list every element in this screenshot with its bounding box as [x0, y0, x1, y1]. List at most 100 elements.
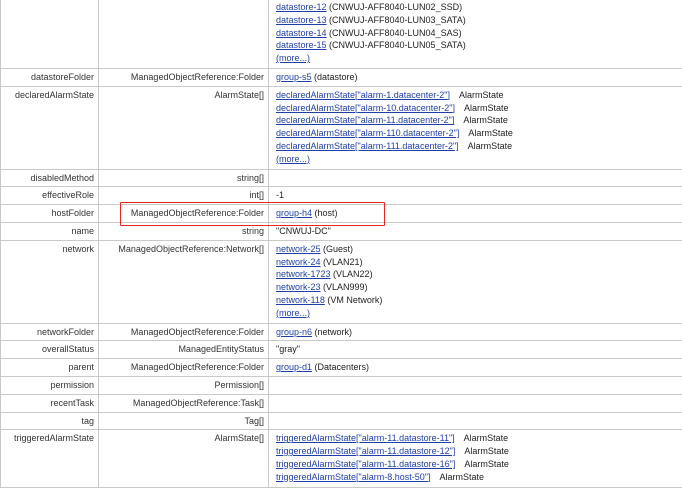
property-name: triggeredAlarmState: [0, 429, 99, 488]
property-type: Permission[]: [98, 375, 269, 395]
alarm-state-link[interactable]: declaredAlarmState: [276, 115, 355, 125]
alarm-key-link[interactable]: ["alarm-11.datastore-16"]: [356, 459, 455, 469]
group-link[interactable]: group-d1: [276, 362, 312, 372]
alarm-state-link[interactable]: triggeredAlarmState: [276, 459, 356, 469]
datastore-link[interactable]: datastore-15: [276, 40, 327, 50]
property-name: parent: [0, 358, 99, 377]
group-label: (network): [312, 326, 353, 337]
property-type: string[]: [98, 168, 269, 188]
value-line: triggeredAlarmState["alarm-11.datastore-…: [276, 432, 679, 445]
property-value: network-25 (Guest) network-24 (VLAN21) n…: [268, 239, 682, 324]
network-link[interactable]: network-1723: [276, 269, 331, 279]
value-line: datastore-14 (CNWUJ-AFF8040-LUN04_SAS): [276, 27, 679, 40]
alarm-type: AlarmState: [458, 89, 504, 100]
property-name: tag: [0, 411, 99, 431]
alarm-state-link[interactable]: declaredAlarmState: [276, 90, 355, 100]
group-label: (datastore): [311, 71, 358, 82]
property-value: -1: [268, 186, 682, 206]
row-overallStatus: overallStatus ManagedEntityStatus "gray": [0, 340, 682, 360]
datastore-label: (CNWUJ-AFF8040-LUN03_SATA): [326, 14, 466, 25]
property-type: AlarmState[]: [98, 429, 269, 488]
datastore-label: (CNWUJ-AFF8040-LUN05_SATA): [326, 40, 466, 51]
property-value: [268, 168, 682, 188]
value-line: declaredAlarmState["alarm-10.datacenter-…: [276, 102, 679, 115]
value-line: datastore-12 (CNWUJ-AFF8040-LUN02_SSD): [276, 1, 679, 14]
row-tag: tag Tag[]: [0, 411, 682, 431]
alarm-key-link[interactable]: ["alarm-1.datacenter-2"]: [355, 90, 450, 100]
property-type: ManagedObjectReference:Folder: [98, 204, 269, 223]
alarm-key-link[interactable]: ["alarm-11.datastore-12"]: [356, 446, 455, 456]
more-link[interactable]: (more...): [276, 154, 310, 164]
row-datastore: datastore-12 (CNWUJ-AFF8040-LUN02_SSD) d…: [0, 0, 682, 69]
property-type: ManagedObjectReference:Network[]: [98, 239, 269, 324]
property-value: [268, 411, 682, 431]
property-value: group-h4 (host): [268, 204, 682, 223]
value-line: datastore-13 (CNWUJ-AFF8040-LUN03_SATA): [276, 14, 679, 27]
property-name: datastoreFolder: [0, 67, 99, 87]
datastore-label: (CNWUJ-AFF8040-LUN04_SAS): [326, 27, 462, 38]
alarm-key-link[interactable]: ["alarm-11.datacenter-2"]: [355, 115, 454, 125]
group-label: (Datacenters): [312, 362, 370, 373]
value-line: declaredAlarmState["alarm-1.datacenter-2…: [276, 89, 679, 102]
property-name: hostFolder: [0, 204, 99, 223]
datastore-link[interactable]: datastore-12: [276, 2, 327, 12]
property-name: name: [0, 221, 99, 241]
value-line: datastore-15 (CNWUJ-AFF8040-LUN05_SATA): [276, 39, 679, 52]
alarm-type: AlarmState: [467, 140, 513, 151]
property-value: declaredAlarmState["alarm-1.datacenter-2…: [268, 85, 682, 170]
value-line: network-1723 (VLAN22): [276, 268, 679, 281]
row-recentTask: recentTask ManagedObjectReference:Task[]: [0, 393, 682, 413]
value-line: network-24 (VLAN21): [276, 256, 679, 269]
row-effectiveRole: effectiveRole int[] -1: [0, 186, 682, 206]
alarm-state-link[interactable]: triggeredAlarmState: [276, 472, 356, 482]
group-link[interactable]: group-n6: [276, 327, 312, 337]
alarm-state-link[interactable]: triggeredAlarmState: [276, 433, 356, 443]
network-link[interactable]: network-23: [276, 282, 321, 292]
network-link[interactable]: network-118: [276, 295, 325, 305]
property-type: Tag[]: [98, 411, 269, 431]
value-line: triggeredAlarmState["alarm-11.datastore-…: [276, 458, 679, 471]
group-link[interactable]: group-h4: [276, 208, 312, 218]
alarm-key-link[interactable]: ["alarm-8.host-50"]: [356, 472, 430, 482]
property-type: ManagedObjectReference:Task[]: [98, 393, 269, 413]
network-label: (VLAN22): [330, 269, 373, 280]
row-network: network ManagedObjectReference:Network[]…: [0, 239, 682, 324]
row-triggeredAlarmState: triggeredAlarmState AlarmState[] trigger…: [0, 429, 682, 488]
more-link[interactable]: (more...): [276, 308, 310, 318]
value-line: declaredAlarmState["alarm-110.datacenter…: [276, 127, 679, 140]
group-label: (host): [312, 208, 338, 219]
more-link[interactable]: (more...): [276, 53, 310, 63]
alarm-key-link[interactable]: ["alarm-110.datacenter-2"]: [355, 128, 459, 138]
datastore-link[interactable]: datastore-13: [276, 15, 327, 25]
alarm-key-link[interactable]: ["alarm-111.datacenter-2"]: [355, 141, 459, 151]
network-link[interactable]: network-25: [276, 244, 321, 254]
network-label: (VM Network): [324, 294, 383, 305]
row-datastoreFolder: datastoreFolder ManagedObjectReference:F…: [0, 67, 682, 87]
network-label: (VLAN21): [320, 256, 363, 267]
alarm-type: AlarmState: [463, 115, 508, 126]
property-type: string: [98, 221, 269, 241]
row-declaredAlarmState: declaredAlarmState AlarmState[] declared…: [0, 85, 682, 170]
row-parent: parent ManagedObjectReference:Folder gro…: [0, 358, 682, 377]
alarm-type: AlarmState: [464, 446, 509, 457]
property-name: permission: [0, 375, 99, 395]
property-name: networkFolder: [0, 322, 99, 342]
property-name: [0, 0, 99, 69]
network-link[interactable]: network-24: [276, 257, 321, 267]
alarm-state-link[interactable]: triggeredAlarmState: [276, 446, 356, 456]
alarm-type: AlarmState: [468, 128, 513, 139]
alarm-state-link[interactable]: declaredAlarmState: [276, 103, 355, 113]
alarm-type: AlarmState: [464, 458, 509, 469]
group-link[interactable]: group-s5: [276, 72, 312, 82]
datastore-link[interactable]: datastore-14: [276, 28, 327, 38]
network-label: (VLAN999): [320, 282, 368, 293]
alarm-state-link[interactable]: declaredAlarmState: [276, 128, 355, 138]
alarm-type: AlarmState: [463, 102, 509, 113]
alarm-key-link[interactable]: ["alarm-11.datastore-11"]: [356, 433, 455, 443]
row-disabledMethod: disabledMethod string[]: [0, 168, 682, 188]
value-line: (more...): [276, 307, 679, 320]
property-value: datastore-12 (CNWUJ-AFF8040-LUN02_SSD) d…: [268, 0, 682, 69]
property-type: ManagedObjectReference:Folder: [98, 67, 269, 87]
alarm-state-link[interactable]: declaredAlarmState: [276, 141, 355, 151]
alarm-key-link[interactable]: ["alarm-10.datacenter-2"]: [355, 103, 455, 113]
